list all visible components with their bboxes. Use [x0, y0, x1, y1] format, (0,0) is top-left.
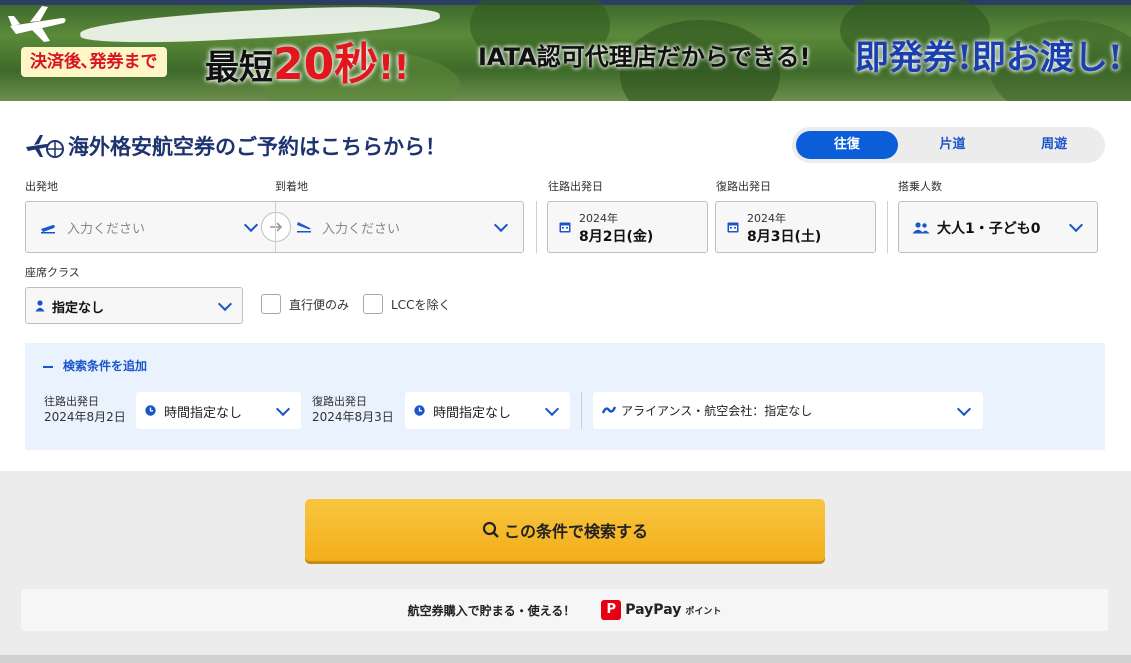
paypay-mark-icon: P	[601, 600, 622, 620]
fastest-prefix: 最短	[205, 48, 273, 88]
chevron-down-icon	[1068, 217, 1084, 233]
return-date: 8月3日(土)	[747, 229, 822, 245]
cabin-select[interactable]: 指定なし	[25, 287, 243, 324]
advanced-conditions: 検索条件を追加 往路出発日 2024年8月2日 時間指定なし 復路出発日 202…	[25, 343, 1105, 450]
search-button-label: この条件で検索する	[503, 522, 648, 541]
iata-claim: IATA認可代理店だからできる!	[478, 43, 811, 71]
search-button[interactable]: この条件で検索する	[305, 499, 825, 561]
person-icon	[35, 300, 45, 312]
field-divider	[581, 392, 582, 429]
calendar-icon	[727, 222, 739, 233]
arrow-right-icon	[270, 222, 283, 232]
exclude-lcc-label[interactable]: LCCを除く	[391, 296, 450, 313]
airline-select[interactable]: アライアンス・航空会社：指定なし	[593, 392, 983, 429]
outbound-time-value: 時間指定なし	[164, 406, 243, 421]
chevron-down-icon	[217, 296, 233, 312]
paypay-banner[interactable]: 航空券購入で貯まる・使える！ P PayPay ポイント	[21, 589, 1108, 631]
direct-only-checkbox[interactable]	[261, 294, 281, 314]
promo-banner[interactable]: 決済後､発券まで 最短20秒!! IATA認可代理店だからできる! 即発券!即お…	[0, 0, 1131, 101]
outbound-date: 8月2日(金)	[579, 229, 654, 245]
airplane-globe-icon	[26, 135, 64, 158]
tab-one-way[interactable]: 片道	[902, 127, 1004, 163]
people-icon	[912, 222, 930, 234]
paypay-points: ポイント	[685, 606, 722, 617]
chevron-down-icon[interactable]	[493, 217, 509, 233]
return-date-field[interactable]: 2024年 8月3日(土)	[715, 201, 876, 253]
fastest-number: 20秒	[273, 39, 379, 90]
chevron-down-icon	[956, 401, 972, 417]
chevron-down-icon	[544, 401, 560, 417]
trip-type-tabs: 往復 片道 周遊	[792, 127, 1105, 163]
fastest-headline: 最短20秒!!	[205, 28, 409, 92]
adv-outbound-label: 往路出発日	[44, 395, 99, 408]
outbound-date-label: 往路出発日	[548, 180, 603, 193]
route-field: 入力ください 入力ください	[25, 201, 524, 253]
outbound-year: 2024年	[579, 212, 618, 225]
return-year: 2024年	[747, 212, 786, 225]
airline-value: アライアンス・航空会社：指定なし	[621, 404, 813, 418]
paypay-logo: P PayPay ポイント	[601, 600, 721, 620]
tab-multi-city[interactable]: 周遊	[1003, 127, 1105, 163]
destination-input[interactable]: 入力ください	[322, 218, 400, 237]
return-date-label: 復路出発日	[716, 180, 771, 193]
swap-button[interactable]	[261, 212, 291, 242]
direct-only-label[interactable]: 直行便のみ	[289, 296, 349, 313]
tab-round-trip[interactable]: 往復	[796, 131, 898, 159]
alliance-icon	[602, 406, 616, 414]
destination-label: 到着地	[275, 180, 308, 193]
chevron-down-icon	[275, 401, 291, 417]
adv-return-label: 復路出発日	[312, 395, 367, 408]
airplane-icon	[8, 6, 66, 42]
passengers-value: 大人1・子ども0	[937, 221, 1041, 237]
adv-outbound-date: 2024年8月2日	[44, 410, 126, 424]
fastest-suffix: !!	[378, 48, 410, 88]
cabin-value: 指定なし	[52, 301, 105, 316]
outbound-date-field[interactable]: 2024年 8月2日(金)	[547, 201, 708, 253]
advanced-toggle-label: 検索条件を追加	[63, 359, 148, 373]
clock-icon	[145, 405, 156, 416]
adv-return-date: 2024年8月3日	[312, 410, 394, 424]
search-icon	[482, 521, 499, 538]
calendar-icon	[559, 222, 571, 233]
origin-label: 出発地	[25, 180, 58, 193]
return-time-select[interactable]: 時間指定なし	[405, 392, 570, 429]
return-time-value: 時間指定なし	[433, 406, 512, 421]
passengers-label: 搭乗人数	[898, 180, 942, 193]
instant-issue-claim: 即発券!即お渡し!	[855, 38, 1123, 78]
paypay-text: 航空券購入で貯まる・使える！	[407, 603, 576, 618]
passengers-select[interactable]: 大人1・子ども0	[898, 201, 1098, 253]
exclude-lcc-checkbox[interactable]	[363, 294, 383, 314]
clock-icon	[414, 405, 425, 416]
chevron-down-icon[interactable]	[243, 217, 259, 233]
field-divider	[536, 201, 537, 253]
page-title: 海外格安航空券のご予約はこちらから！	[68, 135, 446, 159]
advanced-toggle[interactable]: 検索条件を追加	[43, 357, 147, 374]
outbound-time-select[interactable]: 時間指定なし	[136, 392, 301, 429]
search-panel: 海外格安航空券のご予約はこちらから！ 往復 片道 周遊 出発地 到着地 往路出発…	[0, 101, 1131, 471]
bottom-strip	[0, 655, 1131, 663]
paypay-brand: PayPay	[625, 602, 682, 618]
departure-icon	[41, 225, 55, 234]
field-divider	[887, 201, 888, 253]
route-divider	[275, 202, 276, 252]
after-payment-label: 決済後､発券まで	[21, 47, 167, 77]
minus-icon	[43, 365, 53, 368]
cabin-label: 座席クラス	[25, 266, 80, 279]
title-row: 海外格安航空券のご予約はこちらから！	[24, 131, 446, 161]
origin-input[interactable]: 入力ください	[67, 218, 145, 237]
arrival-icon	[297, 222, 311, 233]
